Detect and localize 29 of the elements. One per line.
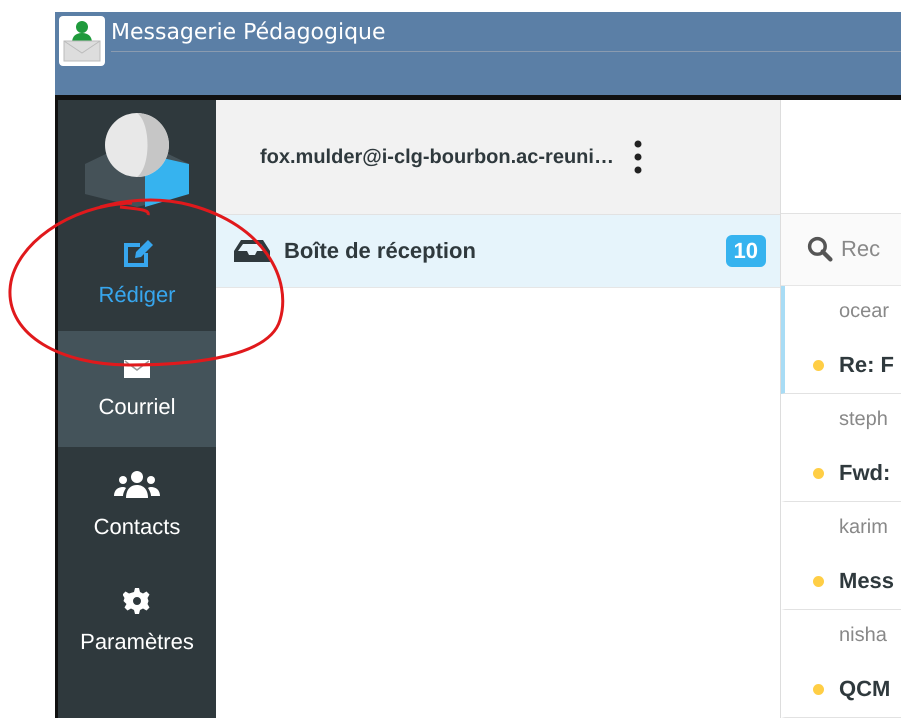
sidebar-nav-item[interactable]: Rédiger [58, 215, 216, 331]
sidebar-nav-item[interactable]: Courriel [58, 331, 216, 447]
sidebar-nav-item[interactable]: Contacts [58, 447, 216, 563]
more-options-icon[interactable] [634, 140, 642, 174]
mail-app-icon [62, 19, 102, 63]
folder-item[interactable]: Boîte de réception 10 [216, 215, 780, 288]
gear-icon [123, 587, 151, 615]
search-field[interactable]: Rec [841, 236, 901, 262]
inbox-icon [234, 239, 270, 263]
sidebar-nav-item[interactable]: Paramètres [58, 563, 216, 679]
message-subject: QCM [839, 676, 890, 702]
people-icon [114, 470, 160, 500]
window-title: Messagerie Pédagogique [111, 20, 901, 52]
message-sender: ocear [839, 300, 890, 324]
folder-name: Boîte de réception [284, 238, 477, 264]
message-subject: Fwd: [839, 460, 890, 486]
account-email: fox.mulder@i-clg-bourbon.ac-reuni… [260, 146, 614, 168]
search-icon [807, 234, 833, 264]
message-sender: nisha [839, 624, 888, 648]
edit-icon [121, 238, 153, 268]
message-subject: Mess [839, 568, 894, 594]
message-item[interactable]: steph Fwd: [781, 394, 901, 502]
message-sender: steph [839, 408, 889, 432]
message-item[interactable]: nisha QCM [781, 610, 901, 718]
unread-count-badge: 10 [726, 235, 766, 267]
message-item[interactable]: karim Mess [781, 502, 901, 610]
message-item[interactable]: ocear Re: F [781, 286, 901, 394]
message-sender: karim [839, 516, 889, 540]
message-subject: Re: F [839, 352, 894, 378]
